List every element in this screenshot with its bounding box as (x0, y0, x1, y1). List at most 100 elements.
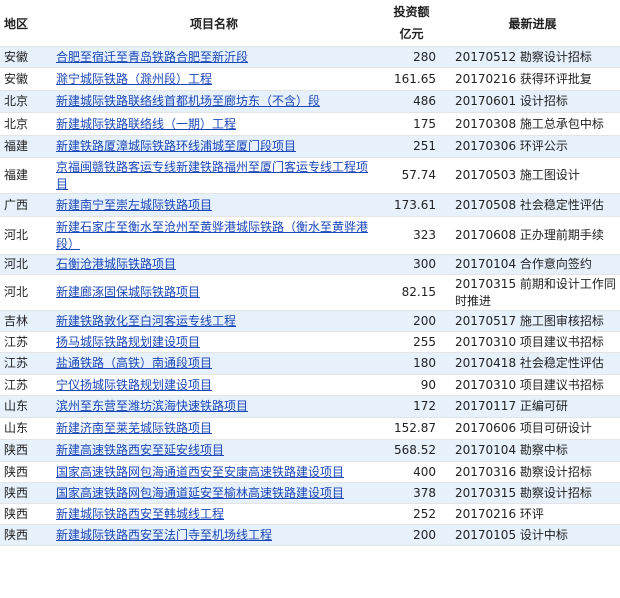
investment-column-header: 投资额 亿元 (378, 0, 445, 47)
investment-cell: 252 (378, 503, 445, 525)
project-cell: 新建铁路敦化至白河客运专线工程 (50, 310, 378, 332)
project-link[interactable]: 新建城际铁路联络线首都机场至廊坊东（不含）段 (56, 94, 320, 108)
progress-cell: 20170418 社会稳定性评估 (445, 352, 620, 375)
project-link[interactable]: 新建铁路厦漳城际铁路环线浦城至厦门段项目 (56, 139, 296, 153)
project-cell: 扬马城际铁路规划建设项目 (50, 331, 378, 353)
investment-cell: 378 (378, 482, 445, 504)
investment-header-line2: 亿元 (399, 27, 424, 41)
table-row: 江苏 扬马城际铁路规划建设项目 255 20170310 项目建议书招标 (0, 331, 620, 353)
table-row: 安徽 滁宁城际铁路（滁州段）工程 161.65 20170216 获得环评批复 (0, 67, 620, 91)
project-cell: 滁宁城际铁路（滁州段）工程 (50, 67, 378, 91)
investment-cell: 175 (378, 112, 445, 136)
progress-cell: 20170606 项目可研设计 (445, 417, 620, 440)
investment-header-line1: 投资额 (393, 5, 430, 19)
investment-cell: 57.74 (378, 157, 445, 194)
table-row: 吉林 新建铁路敦化至白河客运专线工程 200 20170517 施工图审核招标 (0, 310, 620, 332)
progress-cell: 20170104 合作意向签约 (445, 254, 620, 275)
progress-cell: 20170310 项目建议书招标 (445, 331, 620, 353)
project-cell: 新建城际铁路西安至法门寺至机场线工程 (50, 524, 378, 546)
project-link[interactable]: 新建济南至莱芜城际铁路项目 (56, 421, 212, 435)
progress-cell: 20170104 勘察中标 (445, 439, 620, 462)
investment-header-text: 投资额 亿元 (393, 1, 429, 45)
table-row: 福建 新建铁路厦漳城际铁路环线浦城至厦门段项目 251 20170306 环评公示 (0, 135, 620, 158)
table-row: 陕西 新建城际铁路西安至法门寺至机场线工程 200 20170105 设计中标 (0, 524, 620, 546)
region-cell: 河北 (0, 274, 50, 311)
investment-cell: 152.87 (378, 417, 445, 440)
region-cell: 福建 (0, 135, 50, 158)
region-cell: 广西 (0, 193, 50, 217)
table-row: 北京 新建城际铁路联络线首都机场至廊坊东（不含）段 486 20170601 设计招标 (0, 90, 620, 113)
project-link[interactable]: 滁宁城际铁路（滁州段）工程 (56, 72, 212, 86)
project-cell: 国家高速铁路网包海通道西安至安康高速铁路建设项目 (50, 461, 378, 483)
progress-column-header: 最新进展 (445, 0, 620, 47)
progress-cell: 20170517 施工图审核招标 (445, 310, 620, 332)
table-header-row: 地区 项目名称 投资额 亿元 最新进展 (0, 0, 620, 47)
table-row: 广西 新建南宁至崇左城际铁路项目 173.61 20170508 社会稳定性评估 (0, 193, 620, 217)
project-link[interactable]: 新建城际铁路联络线（一期）工程 (56, 117, 236, 131)
investment-cell: 161.65 (378, 67, 445, 91)
project-cell: 合肥至宿迁至青岛铁路合肥至新沂段 (50, 46, 378, 68)
region-cell: 安徽 (0, 46, 50, 68)
region-cell: 北京 (0, 112, 50, 136)
project-link[interactable]: 新建铁路敦化至白河客运专线工程 (56, 314, 236, 328)
progress-cell: 20170315 前期和设计工作同时推进 (445, 274, 620, 311)
region-column-header: 地区 (0, 0, 50, 47)
project-link[interactable]: 新建石家庄至衡水至沧州至黄骅港城际铁路（衡水至黄骅港段） (56, 220, 368, 251)
progress-cell: 20170503 施工图设计 (445, 157, 620, 194)
investment-cell: 82.15 (378, 274, 445, 311)
investment-cell: 180 (378, 352, 445, 375)
region-cell: 陕西 (0, 503, 50, 525)
project-cell: 宁仪扬城际铁路规划建设项目 (50, 374, 378, 396)
project-link[interactable]: 新建廊涿固保城际铁路项目 (56, 285, 200, 299)
region-cell: 安徽 (0, 67, 50, 91)
region-cell: 福建 (0, 157, 50, 194)
region-cell: 山东 (0, 417, 50, 440)
progress-cell: 20170310 项目建议书招标 (445, 374, 620, 396)
investment-cell: 255 (378, 331, 445, 353)
railway-projects-table: 地区 项目名称 投资额 亿元 最新进展 安徽 合肥至宿迁至青岛铁路合肥至新沂段 28… (0, 0, 620, 546)
region-cell: 河北 (0, 216, 50, 255)
project-link[interactable]: 京福闽赣铁路客运专线新建铁路福州至厦门客运专线工程项目 (56, 160, 368, 191)
project-cell: 新建济南至莱芜城际铁路项目 (50, 417, 378, 440)
table-row: 河北 新建石家庄至衡水至沧州至黄骅港城际铁路（衡水至黄骅港段） 323 2017060… (0, 216, 620, 255)
region-cell: 江苏 (0, 374, 50, 396)
project-link[interactable]: 新建城际铁路西安至韩城线工程 (56, 507, 224, 521)
table-row: 河北 石衡沧港城际铁路项目 300 20170104 合作意向签约 (0, 254, 620, 275)
table-row: 河北 新建廊涿固保城际铁路项目 82.15 20170315 前期和设计工作同时推进 (0, 274, 620, 311)
region-cell: 吉林 (0, 310, 50, 332)
region-cell: 江苏 (0, 331, 50, 353)
project-cell: 盐通铁路（高铁）南通段项目 (50, 352, 378, 375)
investment-cell: 251 (378, 135, 445, 158)
table-row: 安徽 合肥至宿迁至青岛铁路合肥至新沂段 280 20170512 勘察设计招标 (0, 46, 620, 68)
table-row: 江苏 盐通铁路（高铁）南通段项目 180 20170418 社会稳定性评估 (0, 352, 620, 375)
project-cell: 石衡沧港城际铁路项目 (50, 254, 378, 275)
progress-cell: 20170117 正编可研 (445, 395, 620, 418)
table-row: 陕西 国家高速铁路网包海通道延安至榆林高速铁路建设项目 378 20170315 勘察… (0, 482, 620, 504)
project-link[interactable]: 合肥至宿迁至青岛铁路合肥至新沂段 (56, 50, 248, 64)
investment-cell: 486 (378, 90, 445, 113)
project-link[interactable]: 新建城际铁路西安至法门寺至机场线工程 (56, 528, 272, 542)
project-cell: 国家高速铁路网包海通道延安至榆林高速铁路建设项目 (50, 482, 378, 504)
project-link[interactable]: 盐通铁路（高铁）南通段项目 (56, 356, 212, 370)
project-link[interactable]: 扬马城际铁路规划建设项目 (56, 335, 200, 349)
project-link[interactable]: 新建高速铁路西安至延安线项目 (56, 443, 224, 457)
table-body: 安徽 合肥至宿迁至青岛铁路合肥至新沂段 280 20170512 勘察设计招标 安徽 滁宁… (0, 46, 620, 546)
region-cell: 江苏 (0, 352, 50, 375)
investment-cell: 173.61 (378, 193, 445, 217)
project-link[interactable]: 国家高速铁路网包海通道延安至榆林高速铁路建设项目 (56, 486, 344, 500)
investment-cell: 90 (378, 374, 445, 396)
project-link[interactable]: 新建南宁至崇左城际铁路项目 (56, 198, 212, 212)
project-cell: 新建石家庄至衡水至沧州至黄骅港城际铁路（衡水至黄骅港段） (50, 216, 378, 255)
project-cell: 新建廊涿固保城际铁路项目 (50, 274, 378, 311)
project-link[interactable]: 滨州至东营至潍坊滨海快速铁路项目 (56, 399, 248, 413)
region-cell: 陕西 (0, 439, 50, 462)
project-cell: 滨州至东营至潍坊滨海快速铁路项目 (50, 395, 378, 418)
table-row: 江苏 宁仪扬城际铁路规划建设项目 90 20170310 项目建议书招标 (0, 374, 620, 396)
project-link[interactable]: 国家高速铁路网包海通道西安至安康高速铁路建设项目 (56, 465, 344, 479)
investment-cell: 400 (378, 461, 445, 483)
project-link[interactable]: 宁仪扬城际铁路规划建设项目 (56, 378, 212, 392)
progress-cell: 20170216 环评 (445, 503, 620, 525)
progress-cell: 20170315 勘察设计招标 (445, 482, 620, 504)
region-cell: 河北 (0, 254, 50, 275)
project-link[interactable]: 石衡沧港城际铁路项目 (56, 257, 176, 271)
